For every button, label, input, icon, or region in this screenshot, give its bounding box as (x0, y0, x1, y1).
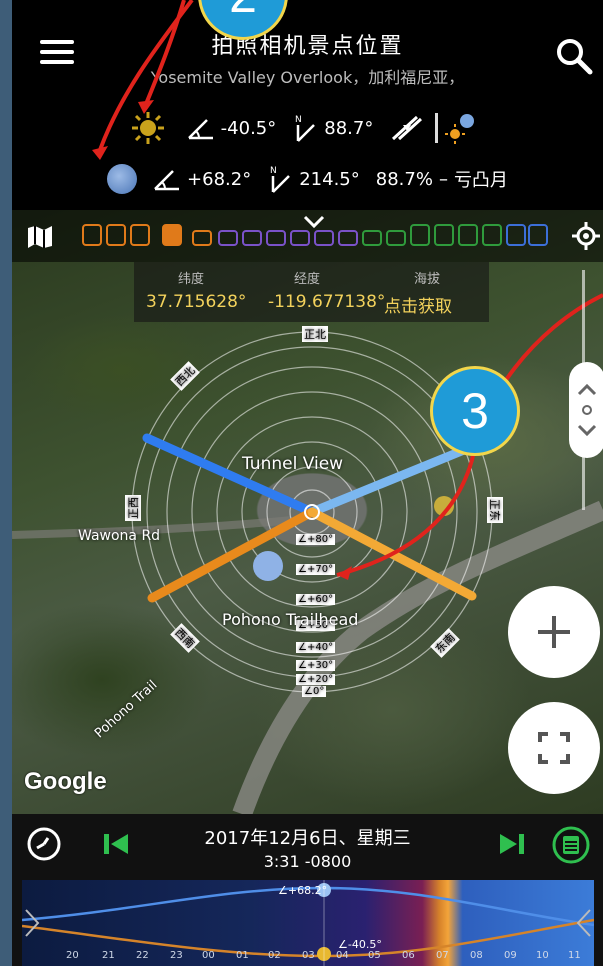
alt-label: 海拔 (414, 272, 441, 287)
map-view[interactable]: 正北 西北 正西 正东 西南 东南 ∠+80° ∠+70° ∠+60° ∠+50… (12, 210, 603, 814)
hour-tick: 01 (236, 950, 249, 961)
compass-n: 正北 (302, 326, 328, 342)
hour-tick: 23 (170, 950, 183, 961)
date-time-panel: 2017年12月6日、星期三 3:31 -0800 ∠+68.2° ∠-40.5… (12, 814, 603, 966)
segment[interactable] (106, 224, 126, 246)
hour-tick: 05 (368, 950, 381, 961)
hour-tick: 07 (436, 950, 449, 961)
coordinates-panel: 纬度 经度 海拔 37.715628° -119.677138° 点击获取 (134, 262, 489, 322)
timeline-moon-elev: ∠+68.2° (278, 884, 328, 897)
hour-tick: 10 (536, 950, 549, 961)
calendar-icon[interactable] (552, 826, 590, 864)
hour-tick: 00 (202, 950, 215, 961)
hour-tick: 09 (504, 950, 517, 961)
segment[interactable] (192, 230, 212, 246)
segment[interactable] (362, 230, 382, 246)
hour-tick: 02 (268, 950, 281, 961)
lat-value: 37.715628° (146, 292, 247, 312)
hour-tick: 04 (336, 950, 349, 961)
add-pin-button[interactable] (508, 586, 600, 678)
hour-tick: 22 (136, 950, 149, 961)
segment[interactable] (242, 230, 262, 246)
map-icon[interactable] (26, 224, 54, 250)
timeline-chart[interactable]: ∠+68.2° ∠-40.5° 20 21 22 23 00 01 02 03 … (22, 880, 594, 966)
lon-label: 经度 (294, 272, 321, 287)
app-screen: 拍照相机景点位置 Yosemite Valley Overlook，加利福尼亚， (12, 0, 603, 966)
hour-tick: 21 (102, 950, 115, 961)
segment[interactable] (434, 224, 454, 246)
segment[interactable] (482, 224, 502, 246)
callout-arrows-2 (92, 0, 194, 160)
google-logo: Google (24, 768, 107, 795)
alt-value[interactable]: 点击获取 (384, 292, 452, 317)
callout-3: 3 (430, 366, 520, 456)
minus-zoom (25, 909, 40, 937)
segment[interactable] (386, 230, 406, 246)
lon-value: -119.677138° (268, 292, 386, 312)
hour-tick: 11 (568, 950, 581, 961)
plus-icon (538, 616, 570, 648)
time-segments-bar (12, 210, 603, 262)
segment-active[interactable] (162, 224, 182, 246)
zoom-handle[interactable] (567, 360, 603, 460)
label-wawona-rd: Wawona Rd (78, 528, 161, 544)
label-pohono-trailhead: Pohono Trailhead (222, 610, 359, 629)
segment[interactable] (82, 224, 102, 246)
elev-mark-30: ∠+30° (296, 660, 336, 671)
segment[interactable] (218, 230, 238, 246)
segment[interactable] (338, 230, 358, 246)
segment[interactable] (130, 224, 150, 246)
hour-tick: 06 (402, 950, 415, 961)
segment[interactable] (290, 230, 310, 246)
segment[interactable] (410, 224, 430, 246)
hour-tick: 03 (302, 950, 315, 961)
elev-mark-0: ∠0° (302, 686, 327, 697)
segment[interactable] (266, 230, 286, 246)
fullscreen-icon (538, 732, 570, 764)
elev-mark-40: ∠+40° (296, 642, 336, 653)
segment[interactable] (506, 224, 526, 246)
compass-w: 正西 (125, 495, 141, 521)
elev-mark-20: ∠+20° (296, 674, 336, 685)
hour-tick: 08 (470, 950, 483, 961)
fullscreen-button[interactable] (508, 702, 600, 794)
elev-mark-70: ∠+70° (296, 564, 336, 575)
segment[interactable] (458, 224, 478, 246)
moon-marker (253, 551, 283, 581)
elev-mark-60: ∠+60° (296, 594, 336, 605)
next-icon[interactable] (498, 832, 526, 856)
elev-mark-80: ∠+80° (296, 534, 336, 545)
segment[interactable] (314, 230, 334, 246)
label-tunnel-view: Tunnel View (242, 454, 344, 474)
chevron-down-icon[interactable] (302, 214, 326, 230)
segment[interactable] (528, 224, 548, 246)
lat-label: 纬度 (178, 272, 205, 287)
hour-tick: 20 (66, 950, 79, 961)
locate-icon[interactable] (572, 222, 600, 250)
compass-e: 正东 (487, 497, 503, 523)
